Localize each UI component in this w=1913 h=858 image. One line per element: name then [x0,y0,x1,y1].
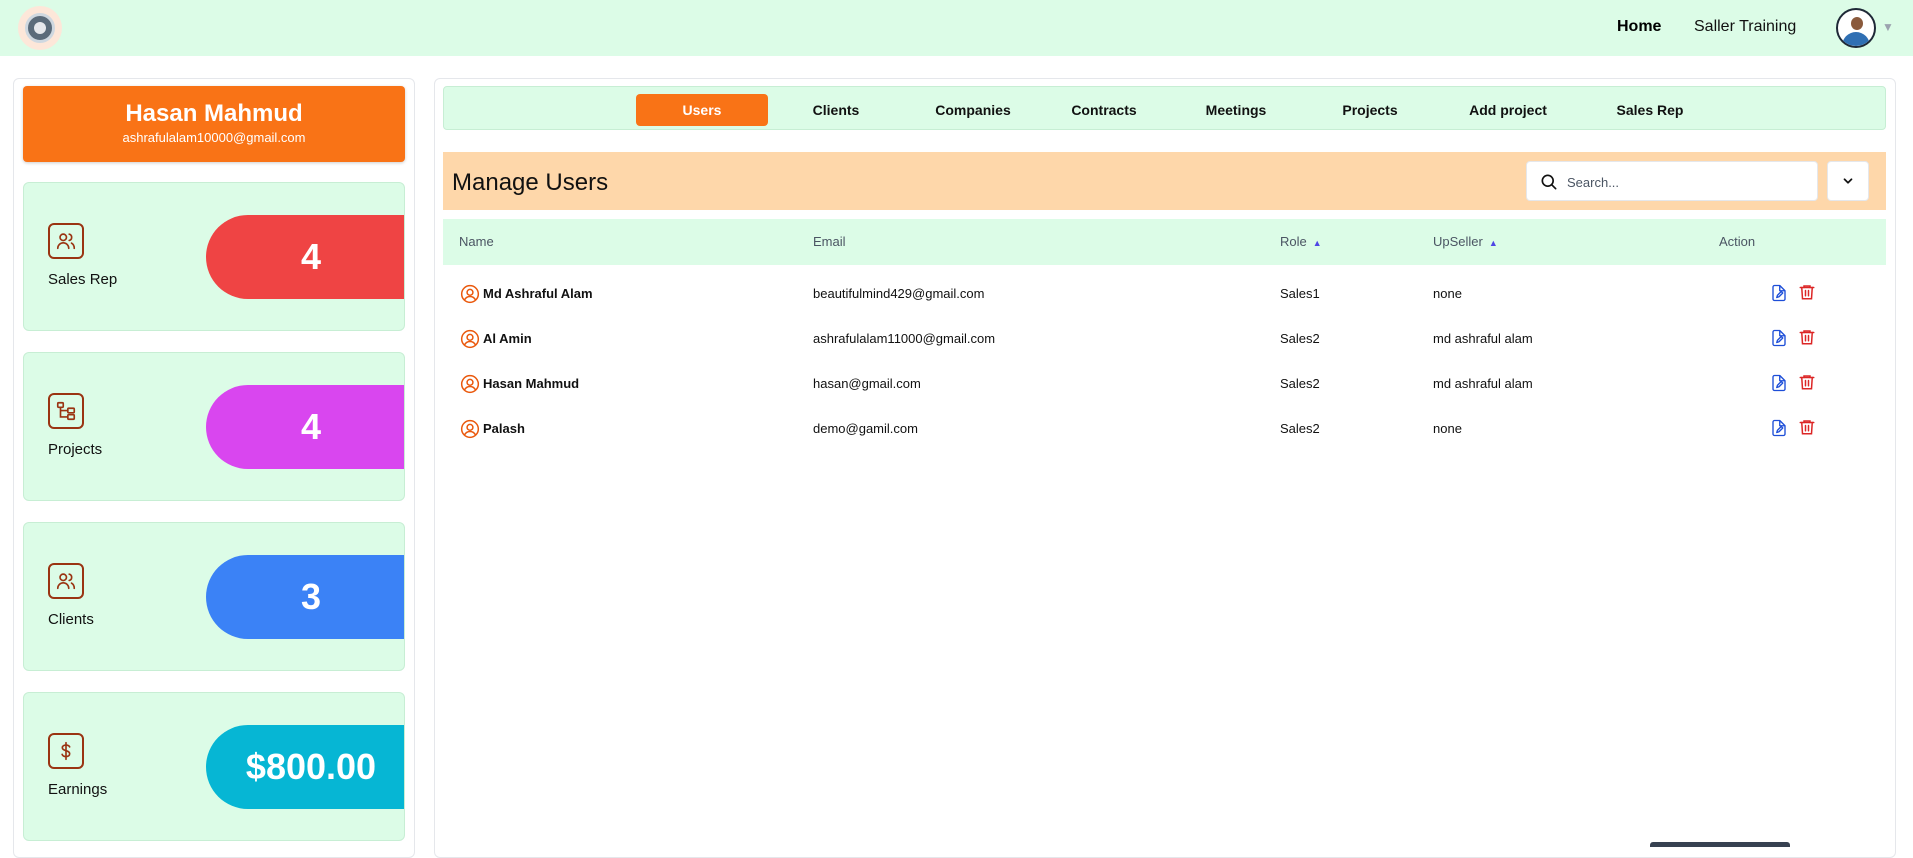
tab-contracts[interactable]: Contracts [1044,94,1164,126]
stat-card-sales-rep: Sales Rep 4 [23,182,405,331]
stat-card-projects: Projects 4 [23,352,405,501]
column-header-role[interactable]: Role ▲ [1280,234,1322,249]
user-role: Sales2 [1280,376,1320,391]
stat-label: Earnings [48,781,108,798]
table-row: Palash demo@gamil.com Sales2 none [443,407,1886,451]
user-upseller: md ashraful alam [1433,376,1533,391]
user-name: Palash [483,421,525,436]
user-email: beautifulmind429@gmail.com [813,286,985,301]
user-name: Md Ashraful Alam [483,286,593,301]
edit-icon[interactable] [1770,283,1788,303]
user-upseller: md ashraful alam [1433,331,1533,346]
column-header-action: Action [1719,234,1756,249]
user-upseller: none [1433,286,1462,301]
user-circle-icon [460,284,480,304]
stat-value: 4 [206,385,404,469]
stat-value: 3 [206,555,404,639]
stat-value: $800.00 [206,725,404,809]
search-box[interactable] [1526,161,1818,201]
edit-icon[interactable] [1770,373,1788,393]
bottom-scroll-indicator [1650,842,1790,847]
table-row: Al Amin ashrafulalam11000@gmail.com Sale… [443,317,1886,361]
users-icon [48,223,84,259]
tab-companies[interactable]: Companies [912,94,1034,126]
manage-users-header: Manage Users [443,152,1886,210]
column-header-name: Name [459,234,494,249]
stat-card-clients: Clients 3 [23,522,405,671]
profile-name: Hasan Mahmud [125,100,303,127]
top-bar: Home Saller Training ▼ [0,0,1913,56]
page-title: Manage Users [452,169,609,196]
user-avatar[interactable] [1836,8,1876,48]
logo-emblem-icon [25,13,55,43]
search-input[interactable] [1567,168,1807,196]
user-role: Sales2 [1280,331,1320,346]
project-tree-icon [48,393,84,429]
dollar-icon [48,733,84,769]
tab-projects[interactable]: Projects [1310,94,1430,126]
tab-users[interactable]: Users [636,94,768,126]
sort-arrow-icon[interactable]: ▲ [1313,238,1322,248]
search-icon [1541,174,1557,190]
table-row: Hasan Mahmud hasan@gmail.com Sales2 md a… [443,362,1886,406]
stat-label: Sales Rep [48,271,118,288]
nav-home-link[interactable]: Home [1617,18,1661,36]
tab-clients[interactable]: Clients [782,94,890,126]
column-header-upseller[interactable]: UpSeller ▲ [1433,234,1498,249]
delete-icon[interactable] [1798,282,1816,302]
user-circle-icon [460,374,480,394]
table-row: Md Ashraful Alam beautifulmind429@gmail.… [443,272,1886,316]
delete-icon[interactable] [1798,417,1816,437]
delete-icon[interactable] [1798,327,1816,347]
filter-dropdown-button[interactable] [1827,161,1869,201]
user-email: demo@gamil.com [813,421,918,436]
user-role: Sales1 [1280,286,1320,301]
edit-icon[interactable] [1770,418,1788,438]
stat-label: Clients [48,611,94,628]
nav-saller-training-link[interactable]: Saller Training [1694,18,1796,36]
delete-icon[interactable] [1798,372,1816,392]
user-role: Sales2 [1280,421,1320,436]
user-name: Hasan Mahmud [483,376,580,391]
chevron-down-icon [1843,178,1853,184]
user-email: hasan@gmail.com [813,376,921,391]
tab-bar: Users Clients Companies Contracts Meetin… [443,86,1886,130]
stat-label: Projects [48,441,103,458]
stat-card-earnings: Earnings $800.00 [23,692,405,841]
user-name: Al Amin [483,331,532,346]
user-circle-icon [460,329,480,349]
users-icon [48,563,84,599]
company-logo[interactable] [18,6,62,50]
column-header-email: Email [813,234,846,249]
user-email: ashrafulalam11000@gmail.com [813,331,996,346]
tab-meetings[interactable]: Meetings [1176,94,1296,126]
edit-icon[interactable] [1770,328,1788,348]
profile-card: Hasan Mahmud ashrafulalam10000@gmail.com [23,86,405,162]
chevron-down-icon[interactable]: ▼ [1882,20,1894,34]
tab-add-project[interactable]: Add project [1442,94,1574,126]
table-header: Name Email Role ▲ UpSeller ▲ Action [443,219,1886,265]
user-upseller: none [1433,421,1462,436]
profile-email: ashrafulalam10000@gmail.com [122,130,306,145]
sort-arrow-icon[interactable]: ▲ [1489,238,1498,248]
tab-sales-rep[interactable]: Sales Rep [1590,94,1710,126]
user-circle-icon [460,419,480,439]
stat-value: 4 [206,215,404,299]
